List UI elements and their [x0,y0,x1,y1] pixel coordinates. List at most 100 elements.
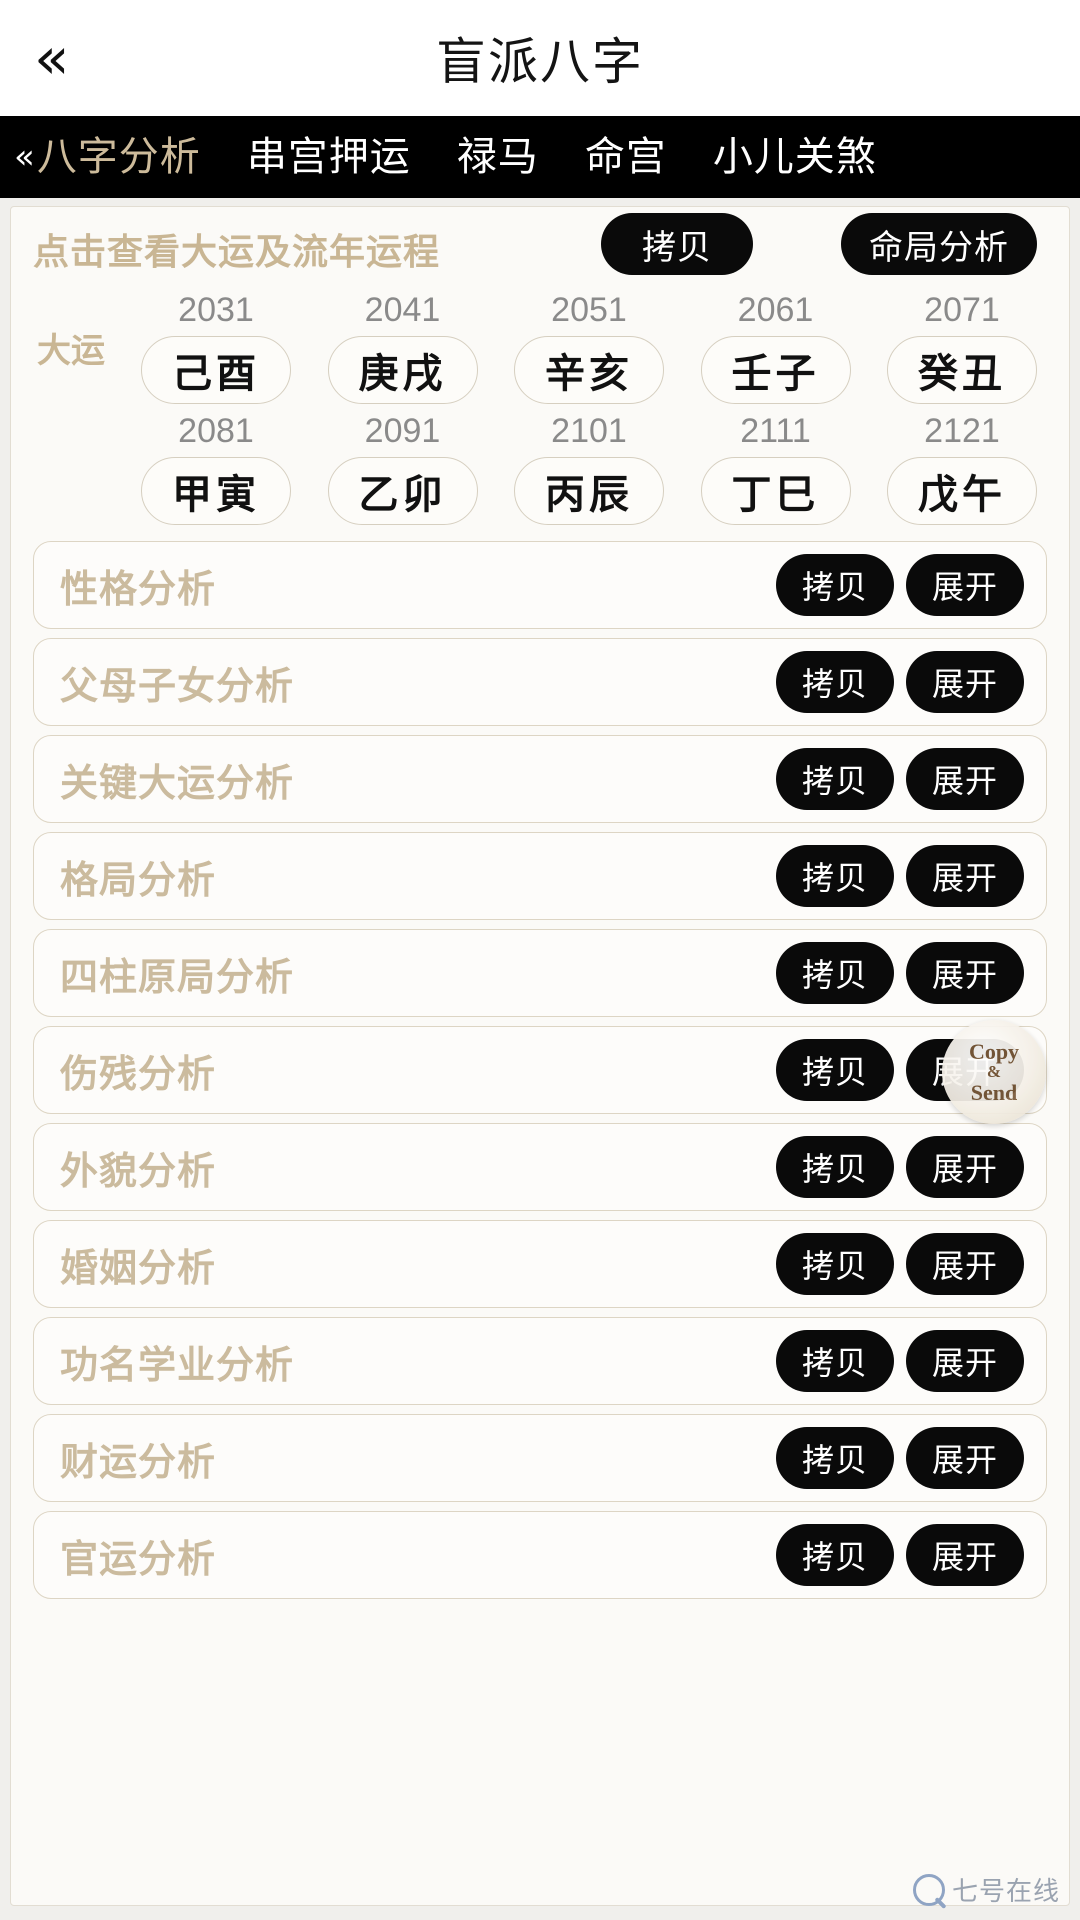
analysis-list: 性格分析 拷贝 展开 父母子女分析 拷贝 展开 关键大运分析 拷贝 展开 格局分… [11,535,1069,1600]
list-item[interactable]: 婚姻分析 拷贝 展开 [33,1220,1047,1309]
tab-luma[interactable]: 禄马 [457,137,539,177]
list-item-actions: 拷贝 展开 [776,1233,1024,1296]
expand-button[interactable]: 展开 [906,1136,1024,1199]
list-item-label: 官运分析 [60,1538,217,1581]
list-item-label: 财运分析 [60,1441,217,1484]
copy-and-send-line1: Copy [968,1038,1020,1064]
dayun-label: 大运 [37,332,105,371]
list-item[interactable]: 父母子女分析 拷贝 展开 [33,638,1047,727]
list-item-actions: 拷贝 展开 [776,845,1024,908]
list-item[interactable]: 关键大运分析 拷贝 展开 [33,735,1047,824]
dayun-pillar-pill[interactable]: 癸丑 [887,336,1037,405]
list-item[interactable]: 财运分析 拷贝 展开 [33,1414,1047,1503]
dayun-year: 2041 [364,291,441,329]
copy-button[interactable]: 拷贝 [776,554,894,617]
copy-and-send-badge[interactable]: Copy & Send [942,1020,1046,1124]
copy-button[interactable]: 拷贝 [776,1136,894,1199]
dayun-pillar-pill[interactable]: 甲寅 [141,457,291,526]
title-bar: « 盲派八字 [0,0,1080,116]
dayun-pillar-pill[interactable]: 壬子 [700,336,851,405]
dayun-pillar-pill[interactable]: 戊午 [887,457,1037,526]
list-item[interactable]: 功名学业分析 拷贝 展开 [33,1317,1047,1406]
copy-button[interactable]: 拷贝 [776,651,894,714]
expand-button[interactable]: 展开 [906,1427,1024,1490]
list-item-actions: 拷贝 展开 [776,554,1024,617]
dayun-cell[interactable]: 2121 戊午 [871,412,1053,526]
hint-row: 点击查看大运及流年运程 拷贝 命局分析 [11,207,1069,291]
list-item-actions: 拷贝 展开 [776,1524,1024,1587]
dayun-year: 2051 [551,291,627,329]
dayun-pillar-pill[interactable]: 己酉 [141,336,291,405]
expand-button[interactable]: 展开 [906,1330,1024,1393]
app-root: « 盲派八字 « 八字分析 串宫押运 禄马 命宫 小儿关煞 点击查看大运及流年运… [0,0,1080,1920]
dayun-year: 2101 [551,412,627,451]
list-item-actions: 拷贝 展开 [776,651,1024,714]
copy-button[interactable]: 拷贝 [776,1524,894,1587]
tab-chuangong-yayun[interactable]: 串宫押运 [247,137,411,177]
tab-xiaoer-guansha[interactable]: 小儿关煞 [713,137,877,177]
dayun-year: 2071 [924,291,1000,329]
expand-button[interactable]: 展开 [906,748,1024,811]
search-circle-icon [912,1873,945,1906]
dayun-cell[interactable]: 2071 癸丑 [871,291,1053,405]
tab-back-chevron-icon[interactable]: « [14,140,35,174]
expand-button[interactable]: 展开 [906,554,1024,617]
dayun-year: 2031 [178,291,254,329]
dayun-cell[interactable]: 2091 乙卯 [312,412,494,526]
dayun-pillar-pill[interactable]: 丙辰 [514,457,664,526]
expand-button[interactable]: 展开 [906,1233,1024,1296]
copy-button[interactable]: 拷贝 [776,1039,894,1102]
dayun-cell[interactable]: 2061 壬子 [685,291,867,405]
list-item[interactable]: 官运分析 拷贝 展开 [33,1511,1047,1600]
page-title: 盲派八字 [436,34,644,90]
mingju-analysis-button[interactable]: 命局分析 [841,213,1037,275]
watermark: 七号在线 [912,1871,1060,1908]
dayun-cell[interactable]: 2031 己酉 [125,291,307,405]
tab-bazi-analysis[interactable]: 八字分析 [37,137,201,177]
dayun-year: 2121 [924,412,1000,451]
dayun-pillar-pill[interactable]: 丁巳 [700,457,851,526]
copy-button-top[interactable]: 拷贝 [601,213,753,275]
back-button-icon[interactable]: « [34,29,69,87]
expand-button[interactable]: 展开 [906,651,1024,714]
dayun-cell[interactable]: 2041 庚戌 [312,291,494,405]
dayun-cell[interactable]: 2101 丙辰 [498,412,680,526]
dayun-year: 2111 [740,412,811,451]
list-item-label: 伤残分析 [60,1053,217,1096]
copy-button[interactable]: 拷贝 [776,845,894,908]
dayun-cell[interactable]: 2051 辛亥 [498,291,680,405]
dayun-section: 大运 2031 己酉 2041 庚戌 2051 辛亥 2061 壬子 2071 … [11,291,1069,535]
dayun-cell[interactable]: 2081 甲寅 [125,412,307,526]
list-item[interactable]: 四柱原局分析 拷贝 展开 [33,929,1047,1018]
copy-button[interactable]: 拷贝 [776,1233,894,1296]
expand-button[interactable]: 展开 [906,1524,1024,1587]
list-item-actions: 拷贝 展开 [776,748,1024,811]
list-item[interactable]: 伤残分析 拷贝 展开 [33,1026,1047,1115]
copy-button[interactable]: 拷贝 [776,942,894,1005]
copy-button[interactable]: 拷贝 [776,748,894,811]
list-item-actions: 拷贝 展开 [776,942,1024,1005]
list-item-label: 外貌分析 [60,1150,217,1193]
tab-minggong[interactable]: 命宫 [585,137,667,177]
copy-button[interactable]: 拷贝 [776,1330,894,1393]
dayun-pillar-pill[interactable]: 乙卯 [327,457,478,526]
watermark-text: 七号在线 [951,1876,1060,1906]
list-item-label: 性格分析 [60,568,217,611]
dayun-cell[interactable]: 2111 丁巳 [685,412,867,526]
dayun-year: 2061 [737,291,814,329]
dayun-pillar-pill[interactable]: 庚戌 [327,336,478,405]
dayun-pillar-pill[interactable]: 辛亥 [514,336,664,405]
dayun-row-2: 2081 甲寅 2091 乙卯 2101 丙辰 2111 丁巳 2121 戊午 [27,412,1053,526]
list-item-label: 四柱原局分析 [60,956,295,999]
list-item[interactable]: 性格分析 拷贝 展开 [33,541,1047,630]
list-item[interactable]: 格局分析 拷贝 展开 [33,832,1047,921]
list-item[interactable]: 外貌分析 拷贝 展开 [33,1123,1047,1212]
expand-button[interactable]: 展开 [906,942,1024,1005]
list-item-label: 功名学业分析 [60,1344,295,1387]
copy-and-send-line3: Send [970,1079,1018,1105]
content-panel: 点击查看大运及流年运程 拷贝 命局分析 大运 2031 己酉 2041 庚戌 2… [10,206,1070,1906]
view-dayun-liunian-link[interactable]: 点击查看大运及流年运程 [33,223,440,275]
expand-button[interactable]: 展开 [906,845,1024,908]
list-item-label: 婚姻分析 [60,1247,217,1290]
copy-button[interactable]: 拷贝 [776,1427,894,1490]
